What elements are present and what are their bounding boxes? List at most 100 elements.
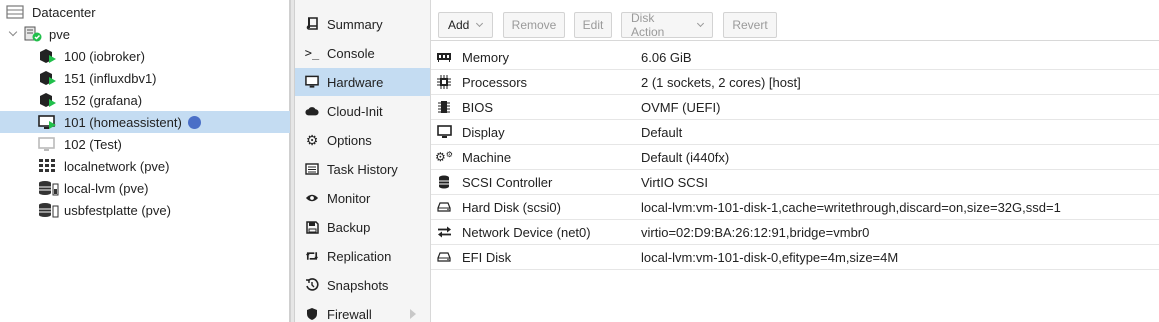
hardware-panel: Add Remove Edit Disk Action Revert Memor… bbox=[431, 0, 1159, 322]
node-icon bbox=[23, 26, 43, 42]
revert-button[interactable]: Revert bbox=[723, 12, 777, 38]
nav-item-label: Hardware bbox=[327, 74, 384, 90]
exchange-icon bbox=[436, 225, 452, 239]
nav-item-label: Console bbox=[327, 45, 375, 61]
list-icon bbox=[305, 162, 319, 176]
nav-item-label: Cloud-Init bbox=[327, 103, 383, 119]
terminal-icon: >_ bbox=[304, 46, 320, 60]
nav-item-task-history[interactable]: Task History bbox=[295, 155, 430, 183]
nav-item-replication[interactable]: Replication bbox=[295, 242, 430, 270]
hardware-row-value: 2 (1 sockets, 2 cores) [host] bbox=[641, 74, 801, 90]
hardware-row-value: VirtIO SCSI bbox=[641, 174, 708, 190]
vm-config-nav: Summary >_ Console Hardware Cloud-Init ⚙… bbox=[295, 0, 431, 322]
tree-item-label: 152 (grafana) bbox=[64, 92, 143, 108]
hardware-row-processors[interactable]: Processors 2 (1 sockets, 2 cores) [host] bbox=[431, 70, 1159, 95]
remove-button-label: Remove bbox=[511, 18, 557, 32]
hardware-row-label: SCSI Controller bbox=[462, 174, 553, 190]
hardware-row-hard-disk[interactable]: Hard Disk (scsi0) local-lvm:vm-101-disk-… bbox=[431, 195, 1159, 220]
chevron-down-icon[interactable] bbox=[8, 23, 20, 45]
hardware-row-bios[interactable]: BIOS OVMF (UEFI) bbox=[431, 95, 1159, 120]
nav-item-label: Firewall bbox=[327, 306, 372, 322]
nav-item-hardware[interactable]: Hardware bbox=[295, 68, 430, 96]
nav-item-snapshots[interactable]: Snapshots bbox=[295, 271, 430, 299]
hardware-row-label: Memory bbox=[462, 49, 509, 65]
nav-item-label: Task History bbox=[327, 161, 398, 177]
vm-running-icon bbox=[38, 92, 58, 108]
hardware-row-display[interactable]: Display Default bbox=[431, 120, 1159, 145]
tree-item-label: local-lvm (pve) bbox=[64, 180, 149, 196]
tree-item-pve[interactable]: pve bbox=[0, 23, 290, 45]
hardware-toolbar: Add Remove Edit Disk Action Revert bbox=[431, 7, 1159, 41]
nav-item-label: Summary bbox=[327, 16, 383, 32]
tree-item-label: localnetwork (pve) bbox=[64, 158, 170, 174]
expand-arrow-icon[interactable] bbox=[410, 309, 416, 319]
hardware-row-value: local-lvm:vm-101-disk-1,cache=writethrou… bbox=[641, 199, 1061, 215]
hardware-row-memory[interactable]: Memory 6.06 GiB bbox=[431, 45, 1159, 70]
tree-item-vm-151[interactable]: 151 (influxdbv1) bbox=[0, 67, 290, 89]
hardware-row-value: Default (i440fx) bbox=[641, 149, 730, 165]
database-icon bbox=[436, 175, 452, 189]
hdd-icon bbox=[436, 200, 452, 214]
hardware-row-label: Hard Disk (scsi0) bbox=[462, 199, 561, 215]
network-grid-icon bbox=[38, 158, 58, 174]
hardware-row-scsi-controller[interactable]: SCSI Controller VirtIO SCSI bbox=[431, 170, 1159, 195]
tree-item-usbfestplatte[interactable]: usbfestplatte (pve) bbox=[0, 199, 290, 221]
nav-item-cloud-init[interactable]: Cloud-Init bbox=[295, 97, 430, 125]
memory-icon bbox=[436, 50, 452, 64]
disk-action-button[interactable]: Disk Action bbox=[621, 11, 713, 39]
disk-action-button-label: Disk Action bbox=[631, 11, 665, 39]
hardware-row-efi-disk[interactable]: EFI Disk local-lvm:vm-101-disk-0,efitype… bbox=[431, 245, 1159, 270]
chevron-down-icon bbox=[476, 19, 484, 28]
hardware-row-network-device[interactable]: Network Device (net0) virtio=02:D9:BA:26… bbox=[431, 220, 1159, 245]
hardware-row-value: Default bbox=[641, 124, 683, 140]
storage-icon bbox=[38, 180, 60, 196]
microchip-icon bbox=[436, 100, 452, 114]
hardware-row-value: 6.06 GiB bbox=[641, 49, 692, 65]
hardware-row-value: virtio=02:D9:BA:26:12:91,bridge=vmbr0 bbox=[641, 224, 870, 240]
nav-item-label: Backup bbox=[327, 219, 371, 235]
tree-item-vm-152[interactable]: 152 (grafana) bbox=[0, 89, 290, 111]
nav-item-firewall[interactable]: Firewall bbox=[295, 300, 430, 322]
nav-item-console[interactable]: >_ Console bbox=[295, 39, 430, 67]
tree-item-label: 102 (Test) bbox=[64, 136, 122, 152]
cogs-icon: ⚙ ⚙ bbox=[435, 149, 453, 165]
tree-item-localnetwork[interactable]: localnetwork (pve) bbox=[0, 155, 290, 177]
nav-item-label: Monitor bbox=[327, 190, 371, 206]
hardware-row-machine[interactable]: ⚙ ⚙ Machine Default (i440fx) bbox=[431, 145, 1159, 170]
chevron-down-icon bbox=[696, 19, 705, 28]
nav-item-backup[interactable]: Backup bbox=[295, 213, 430, 241]
tree-item-vm-102[interactable]: 102 (Test) bbox=[0, 133, 290, 155]
revert-button-label: Revert bbox=[732, 18, 768, 32]
tree-item-vm-100[interactable]: 100 (iobroker) bbox=[0, 45, 290, 67]
nav-item-label: Replication bbox=[327, 248, 392, 264]
nav-item-label: Snapshots bbox=[327, 277, 389, 293]
nav-item-label: Options bbox=[327, 132, 372, 148]
nav-item-summary[interactable]: Summary bbox=[295, 10, 430, 38]
book-icon bbox=[305, 17, 319, 31]
tree-item-label: 151 (influxdbv1) bbox=[64, 70, 157, 86]
hardware-row-label: Display bbox=[462, 124, 505, 140]
tree-item-label: Datacenter bbox=[32, 4, 96, 20]
hardware-row-value: OVMF (UEFI) bbox=[641, 99, 721, 115]
tree-item-local-lvm[interactable]: local-lvm (pve) bbox=[0, 177, 290, 199]
retweet-icon bbox=[305, 249, 319, 263]
tree-item-datacenter[interactable]: Datacenter bbox=[0, 1, 290, 23]
tree-item-label: usbfestplatte (pve) bbox=[64, 202, 171, 218]
storage-icon bbox=[38, 202, 60, 218]
vm-running-icon bbox=[38, 70, 58, 86]
tree-item-vm-101[interactable]: 101 (homeassistent) bbox=[0, 111, 290, 133]
vm-monitor-stopped-icon bbox=[38, 136, 58, 152]
hdd-icon bbox=[436, 250, 452, 264]
edit-button[interactable]: Edit bbox=[574, 12, 612, 38]
hardware-row-label: BIOS bbox=[462, 99, 494, 115]
nav-item-monitor[interactable]: Monitor bbox=[295, 184, 430, 212]
cloud-icon bbox=[305, 104, 319, 118]
vm-running-icon bbox=[38, 48, 58, 64]
shield-icon bbox=[305, 307, 319, 321]
tree-item-label: 101 (homeassistent) bbox=[64, 114, 182, 130]
remove-button[interactable]: Remove bbox=[503, 12, 565, 38]
history-icon bbox=[305, 278, 319, 292]
desktop-icon bbox=[436, 125, 452, 139]
nav-item-options[interactable]: ⚙ Options bbox=[295, 126, 430, 154]
add-button[interactable]: Add bbox=[438, 12, 493, 38]
